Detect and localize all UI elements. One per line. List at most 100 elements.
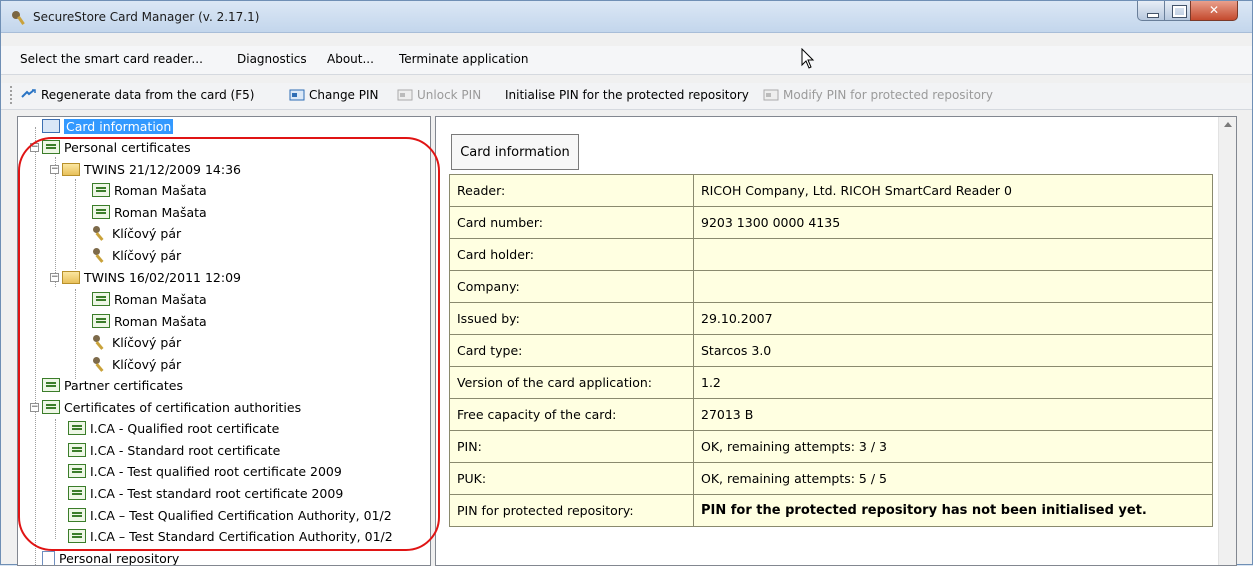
tree-node-ca-certificate[interactable]: I.CA – Test Standard Certification Autho… <box>68 526 393 546</box>
tree-guide <box>75 289 76 379</box>
tree-view[interactable]: Card information − Personal certificates… <box>17 116 431 566</box>
menu-terminate[interactable]: Terminate application <box>399 52 528 66</box>
row-value: OK, remaining attempts: 5 / 5 <box>693 462 1213 495</box>
tree-node-certificate[interactable]: Roman Mašata <box>92 180 207 200</box>
row-value <box>693 238 1213 271</box>
tree-node-ca-certificate[interactable]: I.CA - Test qualified root certificate 2… <box>68 461 342 481</box>
tree-node-label: Certificates of certification authoritie… <box>64 399 302 415</box>
tree-node-label: Personal certificates <box>64 139 191 155</box>
menu-about[interactable]: About... <box>327 52 374 66</box>
row-label: Free capacity of the card: <box>449 398 694 431</box>
certificate-icon <box>92 314 110 328</box>
table-row: PIN: OK, remaining attempts: 3 / 3 <box>449 430 1213 463</box>
certificate-icon <box>68 443 86 457</box>
scroll-up-icon[interactable] <box>1224 122 1232 127</box>
tree-node-personal-repository[interactable]: Personal repository <box>42 548 179 565</box>
tree-node-ca-certificate[interactable]: I.CA - Test standard root certificate 20… <box>68 483 343 503</box>
row-label: Card number: <box>449 206 694 239</box>
minimize-button[interactable] <box>1137 1 1165 21</box>
card-reader-icon <box>397 89 413 101</box>
row-label: PIN: <box>449 430 694 463</box>
table-row: Card holder: <box>449 238 1213 271</box>
certificate-icon <box>42 378 60 392</box>
table-row: Card type: Starcos 3.0 <box>449 334 1213 367</box>
unlock-pin-label: Unlock PIN <box>417 88 482 102</box>
certificate-icon <box>92 292 110 306</box>
collapse-toggle[interactable]: − <box>50 273 59 282</box>
tree-node-ca-certificate[interactable]: I.CA - Standard root certificate <box>68 440 280 460</box>
tree-node-label: Partner certificates <box>64 377 183 393</box>
certificate-icon <box>92 183 110 197</box>
tree-node-folder[interactable]: TWINS 16/02/2011 12:09 <box>62 267 241 287</box>
table-row: Card number: 9203 1300 0000 4135 <box>449 206 1213 239</box>
table-row: Free capacity of the card: 27013 B <box>449 398 1213 431</box>
tree-node-label: Klíčový pár <box>112 334 182 350</box>
row-label: Card holder: <box>449 238 694 271</box>
card-icon <box>42 119 60 133</box>
collapse-toggle[interactable]: − <box>30 143 39 152</box>
key-icon <box>92 357 108 371</box>
table-row: PIN for protected repository: PIN for the… <box>449 494 1213 527</box>
tree-node-label: I.CA - Standard root certificate <box>90 442 281 458</box>
change-pin-button[interactable]: Change PIN <box>289 88 379 102</box>
folder-icon <box>62 270 80 284</box>
row-value <box>693 270 1213 303</box>
table-row: Company: <box>449 270 1213 303</box>
row-label: PIN for protected repository: <box>449 494 694 527</box>
row-value: PIN for the protected repository has not… <box>693 494 1213 527</box>
row-value: RICOH Company, Ltd. RICOH SmartCard Read… <box>693 174 1213 207</box>
tree-guide <box>55 157 56 287</box>
row-label: Version of the card application: <box>449 366 694 399</box>
menu-select-reader[interactable]: Select the smart card reader... <box>20 52 203 66</box>
tree-node-folder[interactable]: TWINS 21/12/2009 14:36 <box>62 159 241 179</box>
key-icon <box>92 248 108 262</box>
tree-guide <box>55 419 56 539</box>
table-row: Issued by: 29.10.2007 <box>449 302 1213 335</box>
init-pin-button[interactable]: Initialise PIN for the protected reposit… <box>505 88 749 102</box>
collapse-toggle[interactable]: − <box>50 165 59 174</box>
tree-node-label: Klíčový pár <box>112 356 182 372</box>
tree-node-label: Klíčový pár <box>112 225 182 241</box>
certificate-icon <box>42 400 60 414</box>
row-label: Company: <box>449 270 694 303</box>
tree-node-certificate[interactable]: Roman Mašata <box>92 289 207 309</box>
tree-node-key-pair[interactable]: Klíčový pár <box>92 245 181 265</box>
tree-node-partner-certificates[interactable]: Partner certificates <box>42 375 183 395</box>
tree-node-ca-certificate[interactable]: I.CA – Test Qualified Certification Auth… <box>68 505 392 525</box>
tree-node-label: Klíčový pár <box>112 247 182 263</box>
table-row: PUK: OK, remaining attempts: 5 / 5 <box>449 462 1213 495</box>
tree-node-card-information[interactable]: Card information <box>42 117 174 136</box>
tree-node-key-pair[interactable]: Klíčový pár <box>92 223 181 243</box>
menu-diagnostics[interactable]: Diagnostics <box>237 52 307 66</box>
folder-icon <box>62 162 80 176</box>
tree-guide <box>75 179 76 269</box>
close-button[interactable]: ✕ <box>1190 1 1238 21</box>
tree-node-ca-certificate[interactable]: I.CA - Qualified root certificate <box>68 418 279 438</box>
table-row: Reader: RICOH Company, Ltd. RICOH SmartCa… <box>449 174 1213 207</box>
toolbar-grip[interactable] <box>10 86 14 104</box>
title-bar[interactable]: SecureStore Card Manager (v. 2.17.1) ✕ <box>1 1 1252 33</box>
tree-guide <box>35 127 36 565</box>
tree-node-label: I.CA – Test Qualified Certification Auth… <box>90 507 392 523</box>
unlock-pin-button[interactable]: Unlock PIN <box>397 88 481 102</box>
regenerate-button[interactable]: Regenerate data from the card (F5) <box>21 88 254 102</box>
key-icon <box>92 226 108 240</box>
tree-node-certificate[interactable]: Roman Mašata <box>92 202 207 222</box>
row-label: PUK: <box>449 462 694 495</box>
certificate-icon <box>42 140 60 154</box>
collapse-toggle[interactable]: − <box>30 403 39 412</box>
window-title: SecureStore Card Manager (v. 2.17.1) <box>33 10 260 24</box>
vertical-scrollbar[interactable] <box>1218 117 1236 565</box>
modify-pin-button[interactable]: Modify PIN for protected repository <box>763 88 993 102</box>
row-value: 27013 B <box>693 398 1213 431</box>
tree-node-personal-certificates[interactable]: Personal certificates <box>42 137 191 157</box>
tree-node-key-pair[interactable]: Klíčový pár <box>92 354 181 374</box>
init-pin-label: Initialise PIN for the protected reposit… <box>505 88 749 102</box>
row-value: OK, remaining attempts: 3 / 3 <box>693 430 1213 463</box>
tree-node-label: TWINS 21/12/2009 14:36 <box>84 161 241 177</box>
maximize-button[interactable] <box>1164 1 1191 21</box>
tree-node-certificate[interactable]: Roman Mašata <box>92 311 207 331</box>
tree-node-ca-certificates[interactable]: Certificates of certification authoritie… <box>42 397 301 417</box>
tree-node-key-pair[interactable]: Klíčový pár <box>92 332 181 352</box>
modify-pin-label: Modify PIN for protected repository <box>783 88 993 102</box>
